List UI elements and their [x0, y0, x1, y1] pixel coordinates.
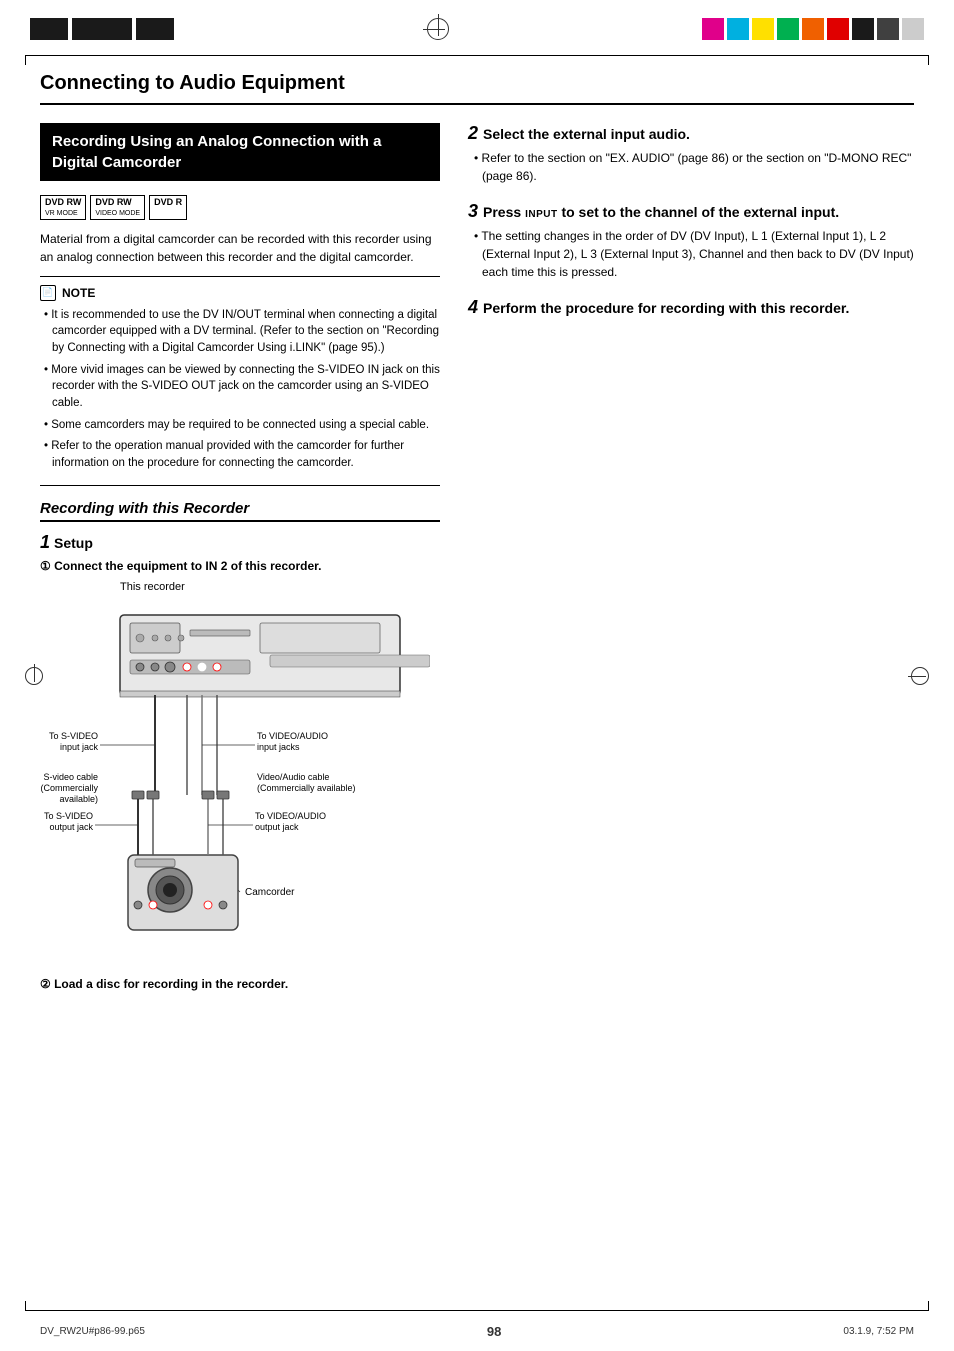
- step4: 4 Perform the procedure for recording wi…: [468, 297, 914, 318]
- color-bar-green: [777, 18, 799, 40]
- top-bar-left-marks: [30, 18, 174, 40]
- svg-text:(Commercially available): (Commercially available): [257, 783, 356, 793]
- step3-heading-text: Press INPUT to set to the channel of the…: [483, 204, 839, 220]
- diagram-label-recorder: This recorder: [120, 581, 440, 593]
- svg-text:available): available): [59, 794, 98, 804]
- step4-heading: 4 Perform the procedure for recording wi…: [468, 297, 914, 318]
- step3: 3 Press INPUT to set to the channel of t…: [468, 201, 914, 281]
- dvd-badge-rw-video: DVD RW VIDEO MODE: [90, 195, 145, 220]
- step2-bullet-1: Refer to the section on "EX. AUDIO" (pag…: [468, 149, 914, 185]
- page-number: 98: [487, 1324, 501, 1339]
- svg-text:To VIDEO/AUDIO: To VIDEO/AUDIO: [257, 731, 328, 741]
- color-bar-yellow: [752, 18, 774, 40]
- corner-tl: [25, 55, 35, 65]
- svg-text:output jack: output jack: [255, 822, 299, 832]
- color-bar-orange: [802, 18, 824, 40]
- top-crosshair: [174, 18, 702, 40]
- color-bar-cyan: [727, 18, 749, 40]
- svg-text:S-video cable: S-video cable: [43, 772, 98, 782]
- step2: 2 Select the external input audio. Refer…: [468, 123, 914, 185]
- page-border-top: [25, 55, 929, 56]
- intro-text: Material from a digital camcorder can be…: [40, 230, 440, 266]
- step3-heading: 3 Press INPUT to set to the channel of t…: [468, 201, 914, 222]
- step1-sub2: ② Load a disc for recording in the recor…: [40, 977, 440, 991]
- step1-sub1: ① Connect the equipment to IN 2 of this …: [40, 559, 440, 573]
- corner-tr: [919, 55, 929, 65]
- dvd-badge-r: DVD R: [149, 195, 187, 220]
- note-item-2: More vivid images can be viewed by conne…: [40, 362, 440, 412]
- note-item-1: It is recommended to use the DV IN/OUT t…: [40, 307, 440, 357]
- page-footer: DV_RW2U#p86-99.p65 98 03.1.9, 7:52 PM: [40, 1324, 914, 1339]
- footer-timestamp: 03.1.9, 7:52 PM: [843, 1326, 914, 1337]
- page-title: Connecting to Audio Equipment: [40, 72, 914, 105]
- note-icon: 📄: [40, 285, 56, 301]
- svg-text:Camcorder: Camcorder: [245, 887, 295, 898]
- svg-text:input jack: input jack: [60, 742, 99, 752]
- note-box: 📄 NOTE It is recommended to use the DV I…: [40, 276, 440, 486]
- note-title: 📄 NOTE: [40, 285, 440, 301]
- step2-heading: 2 Select the external input audio.: [468, 123, 914, 144]
- main-content: Connecting to Audio Equipment Recording …: [40, 72, 914, 1301]
- svg-text:Video/Audio cable: Video/Audio cable: [257, 772, 329, 782]
- svg-text:To S-VIDEO: To S-VIDEO: [49, 731, 98, 741]
- connection-diagram: To S-VIDEO input jack To VIDEO/AUDIO inp…: [40, 595, 430, 965]
- sub-section-heading: Recording with this Recorder: [40, 500, 440, 522]
- color-bar-black: [852, 18, 874, 40]
- registration-mark-2: [72, 18, 132, 40]
- step1-heading: 1 Setup: [40, 532, 440, 553]
- color-bar-magenta: [702, 18, 724, 40]
- registration-mark-3: [136, 18, 174, 40]
- svg-text:To S-VIDEO: To S-VIDEO: [44, 811, 93, 821]
- note-item-4: Refer to the operation manual provided w…: [40, 438, 440, 471]
- color-bar-red: [827, 18, 849, 40]
- left-column: Recording Using an Analog Connection wit…: [40, 123, 440, 997]
- dvd-badge-rw-vr: DVD RW VR MODE: [40, 195, 86, 220]
- right-column: 2 Select the external input audio. Refer…: [468, 123, 914, 997]
- svg-text:(Commercially: (Commercially: [40, 783, 98, 793]
- svg-text:To VIDEO/AUDIO: To VIDEO/AUDIO: [255, 811, 326, 821]
- corner-br: [919, 1301, 929, 1311]
- footer-filename: DV_RW2U#p86-99.p65: [40, 1326, 145, 1337]
- section-heading: Recording Using an Analog Connection wit…: [40, 123, 440, 181]
- color-bars: [702, 18, 924, 40]
- step3-bullet-1: The setting changes in the order of DV (…: [468, 227, 914, 281]
- registration-mark-1: [30, 18, 68, 40]
- svg-text:output jack: output jack: [49, 822, 93, 832]
- corner-bl: [25, 1301, 35, 1311]
- dvd-badges: DVD RW VR MODE DVD RW VIDEO MODE DVD R: [40, 195, 440, 220]
- note-item-3: Some camcorders may be required to be co…: [40, 417, 440, 434]
- diagram-container: This recorder: [40, 581, 440, 965]
- page-border-bottom: [25, 1310, 929, 1311]
- svg-text:input jacks: input jacks: [257, 742, 300, 752]
- top-bar: [0, 18, 954, 40]
- color-bar-lightgray: [902, 18, 924, 40]
- crosshair-circle-icon: [427, 18, 449, 40]
- color-bar-darkgray: [877, 18, 899, 40]
- two-col-layout: Recording Using an Analog Connection wit…: [40, 123, 914, 997]
